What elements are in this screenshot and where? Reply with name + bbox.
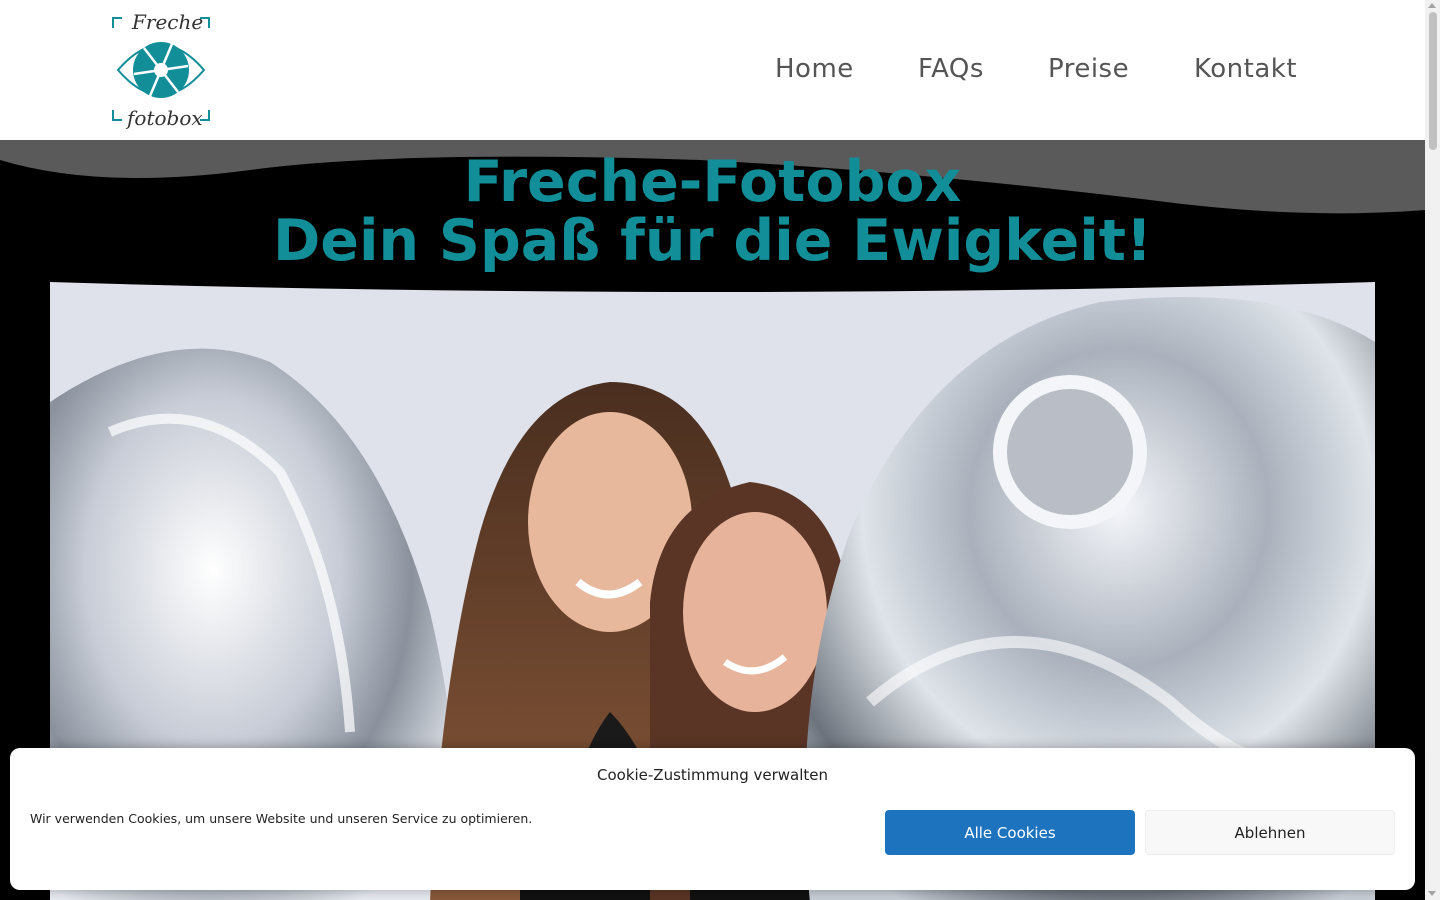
- nav-preise[interactable]: Preise: [1048, 54, 1129, 84]
- hero-title: Freche-Fotobox: [463, 149, 962, 215]
- cookie-consent-banner: Cookie-Zustimmung verwalten Wir verwende…: [10, 748, 1415, 890]
- accept-cookies-button[interactable]: Alle Cookies: [885, 810, 1135, 855]
- scroll-down-icon[interactable]: [1428, 891, 1436, 896]
- scroll-up-icon[interactable]: [1428, 3, 1436, 8]
- scroll-thumb[interactable]: [1429, 12, 1437, 150]
- hero-subtitle: Dein Spaß für die Ewigkeit!: [272, 208, 1153, 274]
- cookie-title: Cookie-Zustimmung verwalten: [596, 766, 828, 784]
- nav-home[interactable]: Home: [775, 54, 854, 84]
- cookie-text: Wir verwenden Cookies, um unsere Website…: [30, 811, 533, 826]
- site-header: Freche fotobox Home FAQs Preise Kontakt: [0, 0, 1425, 140]
- nav-kontakt[interactable]: Kontakt: [1194, 54, 1297, 84]
- site-logo[interactable]: Freche fotobox: [110, 10, 214, 132]
- nav-faqs[interactable]: FAQs: [918, 54, 984, 84]
- page-scrollbar[interactable]: [1425, 0, 1440, 900]
- deny-cookies-button[interactable]: Ablehnen: [1145, 810, 1395, 855]
- logo-text-bottom: fotobox: [127, 106, 203, 130]
